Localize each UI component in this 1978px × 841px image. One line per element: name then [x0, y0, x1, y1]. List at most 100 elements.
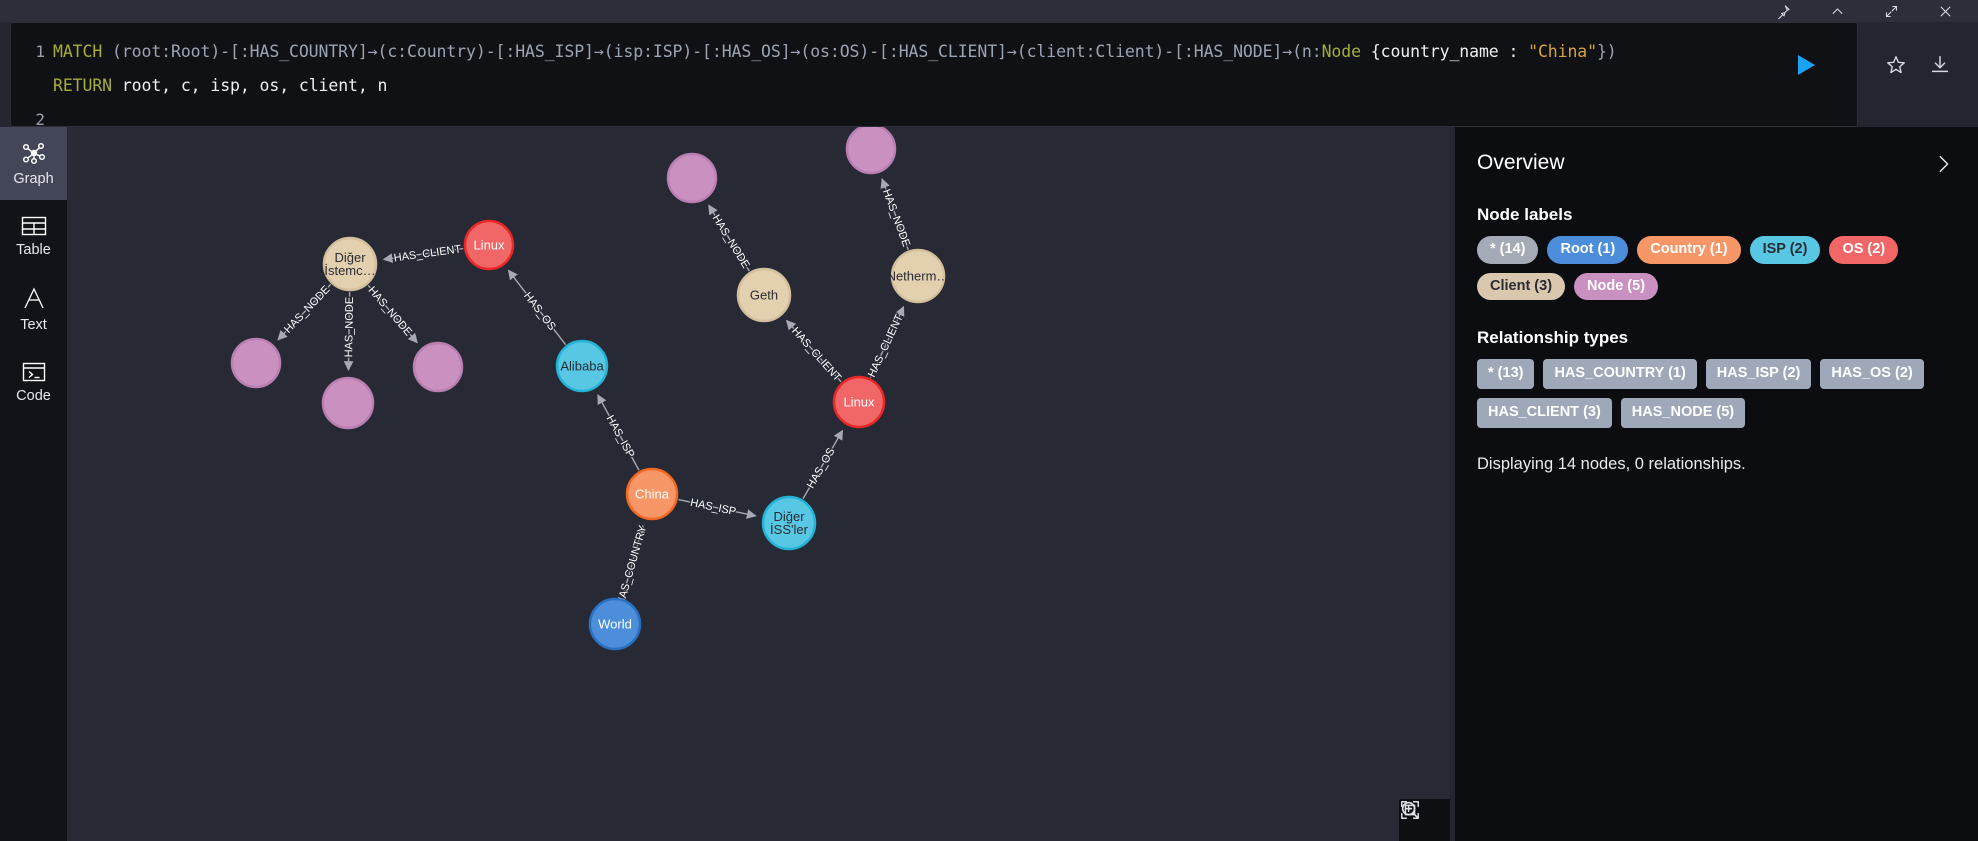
graph-node-circle[interactable]	[230, 337, 282, 389]
graph-visualization[interactable]: HAS_CLIENT HAS_NODE HAS_NODE HAS_NODE HAS_OS…	[67, 127, 1450, 841]
sidebar-item-text[interactable]: Text	[0, 273, 67, 346]
node-label-chip-list: * (14) Root (1) Country (1) ISP (2) OS (2) Cl…	[1477, 236, 1956, 301]
chevron-right-icon[interactable]	[1930, 151, 1956, 177]
node-label-chip[interactable]: Node (5)	[1574, 272, 1659, 301]
graph-svg[interactable]: HAS_CLIENT HAS_NODE HAS_NODE HAS_NODE HAS_OS…	[67, 127, 1450, 841]
graph-node[interactable]	[230, 337, 282, 389]
expand-icon[interactable]	[1864, 0, 1918, 22]
node-label-chip[interactable]: * (14)	[1477, 236, 1539, 264]
graph-node[interactable]: Linux	[832, 375, 886, 429]
graph-node-circle[interactable]	[890, 248, 946, 304]
graph-node-circle[interactable]	[588, 597, 642, 651]
cypher-return-vars: root, c, isp, os, client, n	[112, 76, 388, 95]
graph-node[interactable]: Alibaba	[555, 339, 609, 393]
sidebar-item-label: Text	[20, 317, 47, 333]
close-icon[interactable]	[1918, 0, 1972, 22]
overview-header: Overview	[1477, 151, 1956, 177]
text-icon	[21, 286, 47, 312]
cypher-node-label: Node	[1321, 42, 1361, 61]
cypher-keyword-match: MATCH	[53, 42, 103, 61]
graph-node[interactable]: Diğer İSS'ler	[761, 495, 817, 551]
window-controls	[1756, 0, 1972, 22]
relationship-label: HAS_CLIENT	[866, 312, 906, 379]
cypher-segment-2: (client:Client)-[:HAS_NODE]→(n:	[1016, 42, 1322, 61]
graph-node-circle[interactable]	[666, 152, 718, 204]
graph-node[interactable]: World	[588, 597, 642, 651]
displaying-status: Displaying 14 nodes, 0 relationships.	[1477, 454, 1746, 473]
relationship-label: HAS_NODE	[282, 284, 332, 336]
sidebar-item-label: Code	[16, 388, 51, 404]
relationship-label: HAS_NODE	[343, 297, 356, 358]
favorite-star-icon[interactable]	[1883, 52, 1909, 78]
relationship-type-chip[interactable]: HAS_COUNTRY (1)	[1543, 359, 1697, 390]
relationship-label: HAS_OS	[805, 446, 838, 491]
graph-node-circle[interactable]	[761, 495, 817, 551]
relationship-label: HAS_CLIENT	[393, 243, 462, 264]
cypher-string-literal: "China"	[1528, 42, 1597, 61]
relationship-type-chip[interactable]: HAS_ISP (2)	[1705, 359, 1812, 390]
graph-node-circle[interactable]	[832, 375, 886, 429]
code-icon	[21, 361, 47, 383]
overview-panel: Overview Node labels * (14) Root (1) Count…	[1455, 127, 1978, 841]
relationship-type-chip[interactable]: HAS_OS (2)	[1820, 359, 1924, 390]
sidebar-item-code[interactable]: Code	[0, 346, 67, 419]
graph-node[interactable]: China	[625, 467, 679, 521]
graph-node-circle[interactable]	[321, 376, 375, 430]
graph-node-circle[interactable]	[845, 127, 897, 175]
relationship-layer: HAS_CLIENT HAS_NODE HAS_NODE HAS_NODE HAS_OS…	[277, 178, 913, 608]
cypher-editor[interactable]: 1 2 MATCH (root:Root)-[:HAS_COUNTRY]→(c:…	[10, 22, 1858, 129]
relationship-label: HAS_NODE	[710, 213, 752, 271]
graph-node[interactable]	[321, 376, 375, 430]
relationship-type-chip[interactable]: HAS_CLIENT (3)	[1477, 398, 1612, 428]
graph-node[interactable]: Geth	[736, 267, 792, 323]
node-label-chip[interactable]: Country (1)	[1637, 236, 1741, 264]
sidebar-item-label: Graph	[13, 171, 54, 187]
graph-icon	[21, 140, 47, 166]
relationship-label: HAS_COUNTRY	[615, 523, 649, 607]
node-label-chip[interactable]: Root (1)	[1547, 236, 1629, 264]
page-title: Overview	[1477, 151, 1565, 174]
node-label-chip[interactable]: OS (2)	[1829, 236, 1899, 264]
graph-node-circle[interactable]	[555, 339, 609, 393]
graph-node-circle[interactable]	[736, 267, 792, 323]
cypher-segment-1: (root:Root)-[:HAS_COUNTRY]→(c:Country)-[…	[102, 42, 1017, 61]
graph-node[interactable]	[412, 341, 464, 393]
relationship-type-chip[interactable]: * (13)	[1477, 359, 1535, 390]
relationship-type-chip-list: * (13) HAS_COUNTRY (1) HAS_ISP (2) HAS_OS (…	[1477, 359, 1956, 428]
download-icon[interactable]	[1927, 52, 1953, 78]
graph-node[interactable]: Netherm…	[887, 248, 950, 304]
graph-node[interactable]: Diğer İstemc…	[322, 236, 378, 292]
sidebar-item-graph[interactable]: Graph	[0, 127, 67, 200]
editor-line-numbers: 1 2	[11, 23, 53, 129]
graph-node-circle[interactable]	[625, 467, 679, 521]
relationship-label: HAS_NODE	[366, 285, 414, 339]
relationship-type-chip[interactable]: HAS_NODE (5)	[1620, 398, 1746, 428]
node-label-chip[interactable]: Client (3)	[1477, 272, 1566, 301]
pin-icon[interactable]	[1756, 0, 1810, 22]
relationship-label: HAS_OS	[521, 290, 558, 333]
graph-node[interactable]	[845, 127, 897, 175]
graph-node-circle[interactable]	[412, 341, 464, 393]
node-label-chip[interactable]: ISP (2)	[1749, 236, 1821, 264]
cypher-segment-4: })	[1596, 42, 1617, 61]
graph-node-circle[interactable]	[322, 236, 378, 292]
result-view-rail: Graph Table Text Code	[0, 127, 67, 841]
cypher-keyword-return: RETURN	[53, 76, 113, 95]
cypher-segment-3: {country_name :	[1360, 42, 1529, 61]
graph-node-circle[interactable]	[463, 219, 515, 271]
node-layer[interactable]: Diğer İstemc… Linux Alibaba China World Diğer İ…	[230, 127, 950, 651]
run-query-button[interactable]	[1798, 55, 1815, 75]
relationship-label: HAS_NODE	[880, 188, 912, 249]
graph-zoom-controls	[1399, 799, 1450, 841]
sidebar-item-table[interactable]: Table	[0, 200, 67, 273]
relationship-label: HAS_CLIENT	[789, 325, 843, 384]
sidebar-item-label: Table	[16, 242, 51, 258]
neo4j-browser-window: 1 2 MATCH (root:Root)-[:HAS_COUNTRY]→(c:…	[0, 0, 1978, 841]
graph-node[interactable]	[666, 152, 718, 204]
table-icon	[21, 215, 47, 237]
relationship-types-heading: Relationship types	[1477, 328, 1629, 348]
chevron-up-icon[interactable]	[1810, 0, 1864, 22]
query-text[interactable]: MATCH (root:Root)-[:HAS_COUNTRY]→(c:Coun…	[53, 23, 1857, 126]
node-labels-heading: Node labels	[1477, 205, 1573, 224]
graph-node[interactable]: Linux	[463, 219, 515, 271]
